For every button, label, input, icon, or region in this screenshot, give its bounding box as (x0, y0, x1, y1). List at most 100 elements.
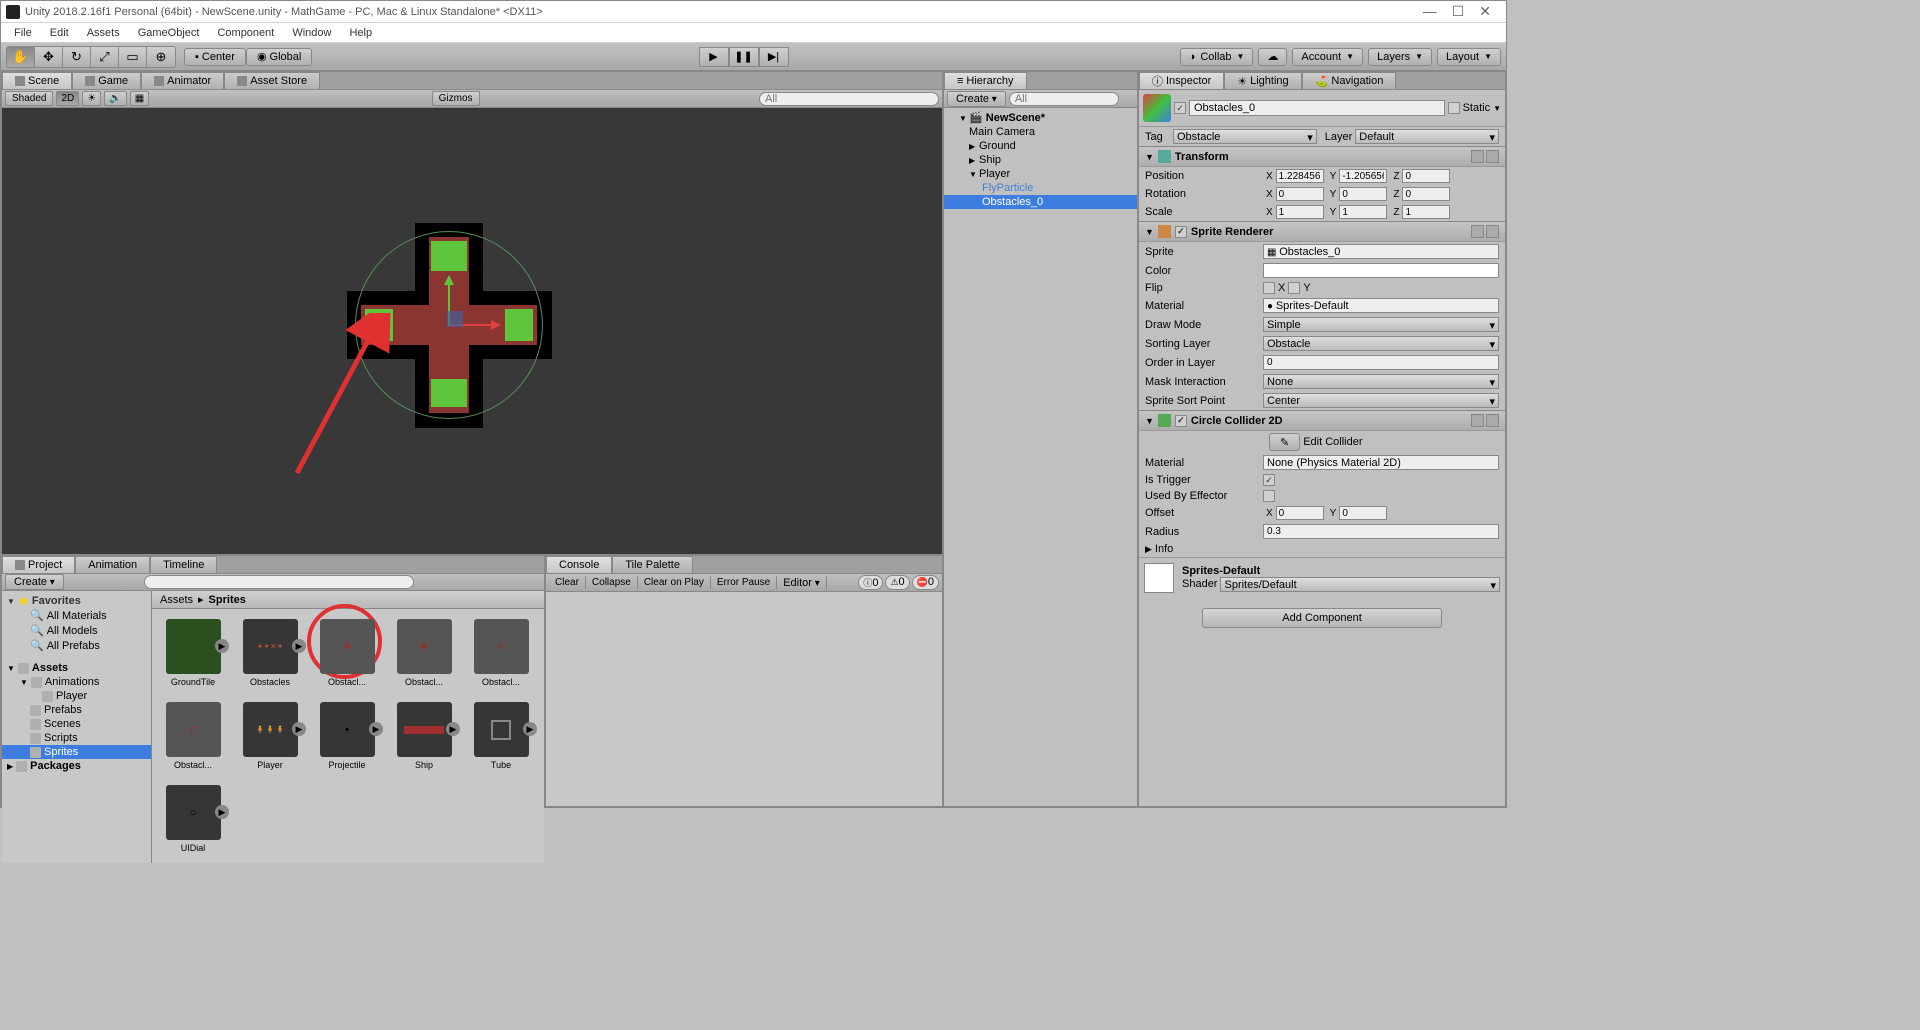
tab-animation[interactable]: Animation (75, 556, 150, 573)
packages-folder[interactable]: ▶Packages (2, 759, 151, 773)
hier-ground[interactable]: ▶Ground (944, 139, 1137, 153)
settings-icon[interactable] (1486, 150, 1499, 163)
toggle-light[interactable]: ☀ (82, 91, 101, 106)
tab-scene[interactable]: Scene (2, 72, 72, 89)
info-count[interactable]: ⓘ0 (858, 575, 883, 590)
sort-point[interactable]: Center▾ (1263, 393, 1499, 408)
hierarchy-search[interactable] (1009, 92, 1119, 106)
close-button[interactable]: ✕ (1479, 3, 1491, 20)
tab-animator[interactable]: Animator (141, 72, 224, 89)
obstacle-sprite[interactable] (347, 223, 552, 428)
offset-x[interactable] (1276, 506, 1324, 520)
transform-component[interactable]: ▼ Transform (1139, 146, 1505, 167)
scene-viewport[interactable] (2, 108, 942, 554)
pos-z[interactable] (1402, 169, 1450, 183)
asset-groundtile[interactable]: ▶GroundTile (162, 619, 224, 687)
scene-search[interactable] (759, 92, 939, 106)
flip-y[interactable] (1288, 282, 1300, 294)
asset-player[interactable]: 🧍🧍🧍▶Player (239, 702, 301, 770)
menu-file[interactable]: File (6, 25, 40, 41)
warn-count[interactable]: ⚠0 (885, 575, 909, 590)
tag-dropdown[interactable]: Obstacle▾ (1173, 129, 1317, 144)
minimize-button[interactable]: — (1423, 3, 1437, 20)
folder-player[interactable]: Player (2, 689, 151, 703)
hier-obstacles-0[interactable]: Obstacles_0 (944, 195, 1137, 209)
edit-collider-button[interactable]: ✎ (1269, 433, 1300, 451)
circle-collider-component[interactable]: ▼ Circle Collider 2D (1139, 410, 1505, 431)
pivot-toggle[interactable]: ▪Center (184, 48, 246, 66)
folder-animations[interactable]: ▼Animations (2, 675, 151, 689)
folder-sprites[interactable]: Sprites (2, 745, 151, 759)
menu-edit[interactable]: Edit (42, 25, 77, 41)
account-dropdown[interactable]: Account▼ (1292, 48, 1363, 66)
sorting-layer[interactable]: Obstacle▾ (1263, 336, 1499, 351)
tab-console[interactable]: Console (546, 556, 612, 573)
offset-y[interactable] (1339, 506, 1387, 520)
asset-projectile[interactable]: •▶Projectile (316, 702, 378, 770)
toggle-audio[interactable]: 🔊 (104, 91, 126, 106)
console-error-pause[interactable]: Error Pause (711, 576, 777, 589)
active-checkbox[interactable] (1174, 102, 1186, 114)
folder-scripts[interactable]: Scripts (2, 731, 151, 745)
gizmo-center[interactable] (447, 311, 463, 327)
flip-x[interactable] (1263, 282, 1275, 294)
tab-tile-palette[interactable]: Tile Palette (612, 556, 693, 573)
breadcrumb-assets[interactable]: Assets (160, 594, 193, 606)
tab-lighting[interactable]: ☀ Lighting (1224, 72, 1301, 89)
menu-help[interactable]: Help (341, 25, 380, 41)
scl-x[interactable] (1276, 205, 1324, 219)
tab-timeline[interactable]: Timeline (150, 556, 217, 573)
shader-dropdown[interactable]: Sprites/Default▾ (1220, 577, 1500, 592)
favorites-header[interactable]: ▼Favorites (2, 594, 151, 608)
asset-obstacle-3[interactable]: πObstacl... (162, 702, 224, 770)
pos-y[interactable] (1339, 169, 1387, 183)
color-field[interactable] (1263, 263, 1499, 278)
sprite-renderer-component[interactable]: ▼ Sprite Renderer (1139, 221, 1505, 242)
material-field[interactable]: ● Sprites-Default (1263, 298, 1499, 313)
asset-tube[interactable]: ▶Tube (470, 702, 532, 770)
tab-hierarchy[interactable]: ≡ Hierarchy (944, 72, 1027, 89)
step-button[interactable]: ▶| (759, 47, 789, 67)
project-create[interactable]: Create ▾ (5, 574, 64, 590)
pos-x[interactable] (1276, 169, 1324, 183)
shading-mode[interactable]: Shaded (5, 91, 53, 106)
tab-asset-store[interactable]: Asset Store (224, 72, 320, 89)
asset-obstacle-1[interactable]: ✚Obstacl... (393, 619, 455, 687)
phys-material[interactable]: None (Physics Material 2D) (1263, 455, 1499, 470)
collider-enabled[interactable] (1175, 415, 1187, 427)
move-tool[interactable]: ✥ (35, 47, 63, 67)
sprite-renderer-enabled[interactable] (1175, 226, 1187, 238)
toggle-fx[interactable]: ▦ (130, 91, 149, 106)
fav-prefabs[interactable]: 🔍All Prefabs (2, 638, 151, 653)
menu-window[interactable]: Window (284, 25, 339, 41)
asset-obstacle-0[interactable]: ✚Obstacl... (316, 619, 378, 687)
project-search[interactable] (144, 575, 414, 589)
sprite-field[interactable]: ▦ Obstacles_0 (1263, 244, 1499, 259)
rot-y[interactable] (1339, 187, 1387, 201)
draw-mode[interactable]: Simple▾ (1263, 317, 1499, 332)
error-count[interactable]: ⛔0 (912, 575, 939, 590)
hier-main-camera[interactable]: Main Camera (944, 125, 1137, 139)
asset-uidial[interactable]: ○▶UIDial (162, 785, 224, 853)
menu-component[interactable]: Component (209, 25, 282, 41)
tab-game[interactable]: Game (72, 72, 141, 89)
layer-dropdown[interactable]: Default▾ (1355, 129, 1499, 144)
fav-models[interactable]: 🔍All Models (2, 623, 151, 638)
radius-field[interactable] (1263, 524, 1499, 539)
layout-dropdown[interactable]: Layout▼ (1437, 48, 1501, 66)
asset-obstacle-2[interactable]: ✕Obstacl... (470, 619, 532, 687)
gameobject-name[interactable] (1189, 100, 1445, 116)
rect-tool[interactable]: ▭ (119, 47, 147, 67)
folder-scenes[interactable]: Scenes (2, 717, 151, 731)
rotate-tool[interactable]: ↻ (63, 47, 91, 67)
rot-z[interactable] (1402, 187, 1450, 201)
layers-dropdown[interactable]: Layers▼ (1368, 48, 1432, 66)
transform-tool[interactable]: ⊕ (147, 47, 175, 67)
tab-project[interactable]: Project (2, 556, 75, 573)
is-trigger[interactable] (1263, 474, 1275, 486)
help-icon[interactable] (1471, 150, 1484, 163)
play-button[interactable]: ▶ (699, 47, 729, 67)
toggle-2d[interactable]: 2D (56, 91, 79, 106)
menu-assets[interactable]: Assets (79, 25, 128, 41)
tab-inspector[interactable]: ⓘ Inspector (1139, 72, 1224, 89)
